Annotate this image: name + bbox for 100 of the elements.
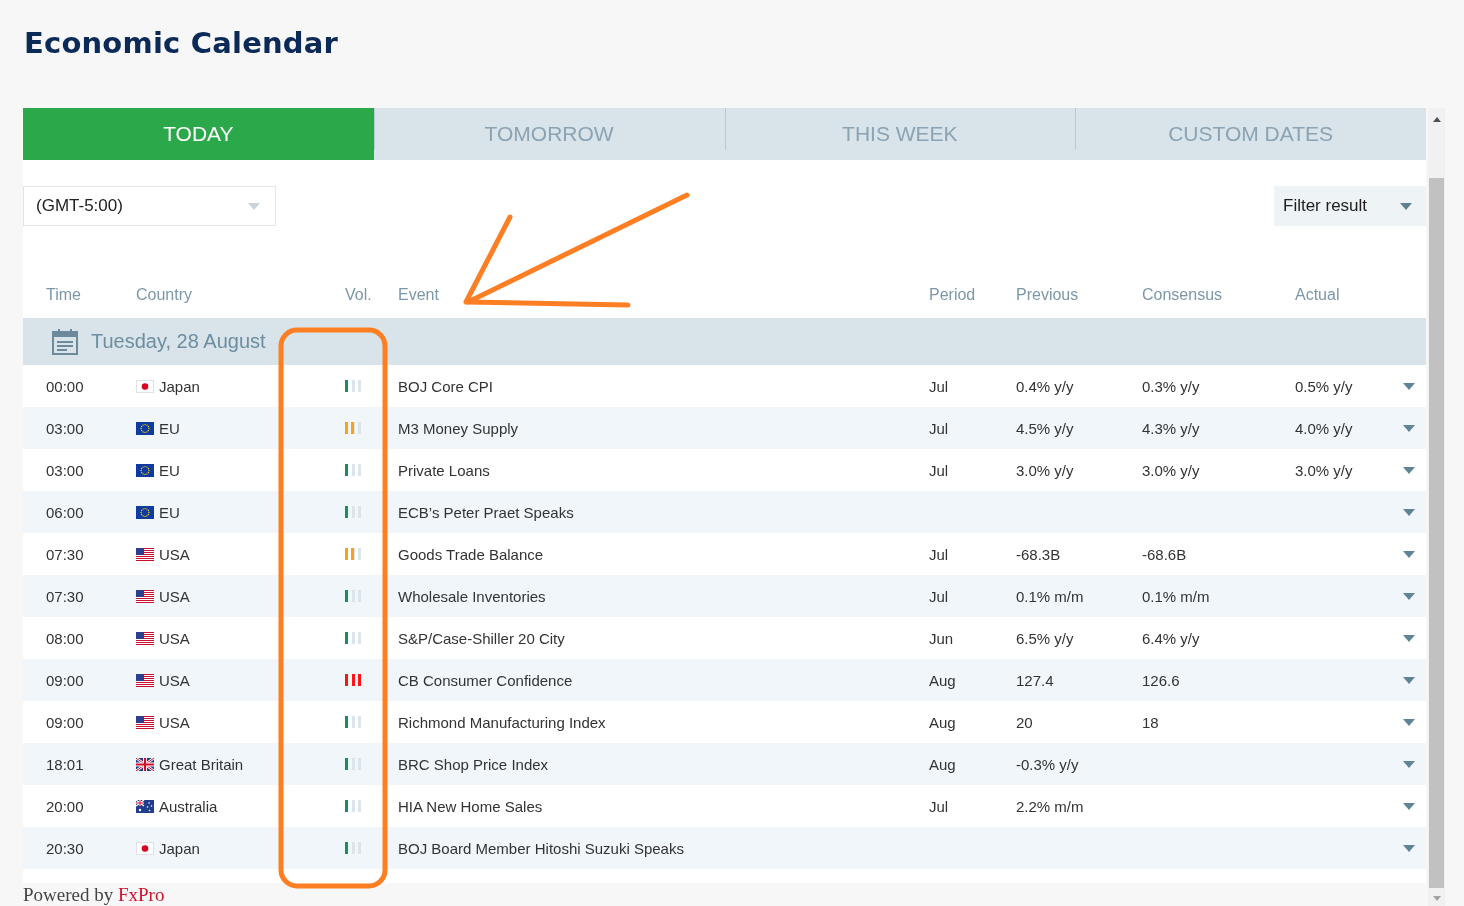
eu-flag-icon — [136, 505, 154, 519]
actual-value: 4.0% y/y — [1295, 419, 1353, 437]
expand-caret-icon[interactable] — [1403, 508, 1415, 516]
event-name: Wholesale Inventories — [398, 587, 546, 605]
event-name: Goods Trade Balance — [398, 545, 544, 563]
period-value: Aug — [929, 755, 956, 773]
expand-caret-icon[interactable] — [1403, 466, 1415, 474]
eu-flag-icon — [136, 463, 154, 477]
period-value: Aug — [929, 713, 956, 731]
volatility-meter — [345, 380, 361, 392]
column-header: Country — [136, 286, 193, 304]
event-name: M3 Money Supply — [398, 419, 519, 437]
consensus-value: -68.6B — [1142, 545, 1187, 563]
period-value: Aug — [929, 671, 956, 689]
scrollbar[interactable] — [1428, 108, 1445, 906]
event-time: 07:30 — [46, 587, 84, 605]
period-value: Jul — [929, 377, 949, 395]
consensus-value: 4.3% y/y — [1142, 419, 1200, 437]
country-name: USA — [159, 629, 190, 647]
expand-caret-icon[interactable] — [1403, 844, 1415, 852]
usa-flag-icon — [136, 673, 154, 687]
date-range-tab[interactable]: CUSTOM DATES — [1075, 108, 1426, 160]
country-name: EU — [159, 503, 180, 521]
brand-link[interactable]: FxPro — [118, 884, 165, 905]
expand-caret-icon[interactable] — [1403, 802, 1415, 810]
usa-flag-icon — [136, 589, 154, 603]
event-time: 03:00 — [46, 419, 84, 437]
previous-value: 4.5% y/y — [1016, 419, 1074, 437]
volatility-meter — [345, 548, 361, 560]
expand-caret-icon[interactable] — [1403, 550, 1415, 558]
volatility-meter — [345, 758, 361, 770]
previous-value: 2.2% m/m — [1016, 797, 1084, 815]
column-header: Event — [398, 286, 439, 304]
expand-caret-icon[interactable] — [1403, 760, 1415, 768]
date-range-tab[interactable]: TOMORROW — [373, 108, 725, 160]
event-time: 20:30 — [46, 839, 84, 857]
date-range-tab[interactable]: THIS WEEK — [724, 108, 1076, 160]
volatility-meter — [345, 632, 361, 644]
period-value: Jul — [929, 545, 949, 563]
calendar-icon — [52, 328, 78, 355]
usa-flag-icon — [136, 631, 154, 645]
previous-value: 3.0% y/y — [1016, 461, 1074, 479]
previous-value: -68.3B — [1016, 545, 1061, 563]
australia-flag-icon — [136, 799, 154, 813]
country-name: Australia — [159, 797, 218, 815]
event-time: 09:00 — [46, 713, 84, 731]
column-header: Time — [46, 286, 81, 304]
country-name: USA — [159, 713, 190, 731]
date-range-tab[interactable]: TODAY — [23, 108, 374, 160]
caret-icon — [248, 202, 260, 210]
column-header: Actual — [1295, 286, 1340, 304]
volatility-meter — [345, 674, 361, 686]
volatility-meter — [345, 506, 361, 518]
volatility-meter — [345, 590, 361, 602]
previous-value: 0.4% y/y — [1016, 377, 1074, 395]
event-name: CB Consumer Confidence — [398, 671, 573, 689]
expand-caret-icon[interactable] — [1403, 382, 1415, 390]
actual-value: 3.0% y/y — [1295, 461, 1353, 479]
event-name: S&P/Case-Shiller 20 City — [398, 629, 565, 647]
volatility-meter — [345, 800, 361, 812]
previous-value: 20 — [1016, 713, 1033, 731]
expand-caret-icon[interactable] — [1403, 718, 1415, 726]
event-name: BRC Shop Price Index — [398, 755, 549, 773]
country-name: Japan — [159, 377, 200, 395]
consensus-value: 0.3% y/y — [1142, 377, 1200, 395]
event-time: 06:00 — [46, 503, 84, 521]
column-header: Previous — [1016, 286, 1079, 304]
scrollbar-thumb[interactable] — [1429, 178, 1444, 888]
japan-flag-icon — [136, 379, 154, 393]
event-name: Richmond Manufacturing Index — [398, 713, 606, 731]
expand-caret-icon[interactable] — [1403, 676, 1415, 684]
event-time: 18:01 — [46, 755, 84, 773]
eu-flag-icon — [136, 421, 154, 435]
uk-flag-icon — [136, 757, 154, 771]
country-name: USA — [159, 587, 190, 605]
expand-caret-icon[interactable] — [1403, 424, 1415, 432]
actual-value: 0.5% y/y — [1295, 377, 1353, 395]
event-name: HIA New Home Sales — [398, 797, 543, 815]
expand-caret-icon[interactable] — [1403, 592, 1415, 600]
date-group-label: Tuesday, 28 August — [91, 330, 266, 353]
country-name: Japan — [159, 839, 200, 857]
consensus-value: 0.1% m/m — [1142, 587, 1210, 605]
scroll-down-icon[interactable] — [1432, 896, 1441, 901]
volatility-meter — [345, 464, 361, 476]
filter-button[interactable]: Filter result — [1274, 186, 1426, 226]
consensus-value: 18 — [1142, 713, 1159, 731]
period-value: Jul — [929, 419, 949, 437]
event-time: 20:00 — [46, 797, 84, 815]
country-name: EU — [159, 461, 180, 479]
volatility-meter — [345, 422, 361, 434]
previous-value: 127.4 — [1016, 671, 1054, 689]
period-value: Jul — [929, 797, 949, 815]
usa-flag-icon — [136, 715, 154, 729]
japan-flag-icon — [136, 841, 154, 855]
caret-icon — [1400, 202, 1412, 210]
timezone-select[interactable]: (GMT-5:00) — [23, 186, 276, 226]
scroll-up-icon[interactable] — [1432, 117, 1441, 122]
expand-caret-icon[interactable] — [1403, 634, 1415, 642]
consensus-value: 6.4% y/y — [1142, 629, 1200, 647]
country-name: Great Britain — [159, 755, 244, 773]
